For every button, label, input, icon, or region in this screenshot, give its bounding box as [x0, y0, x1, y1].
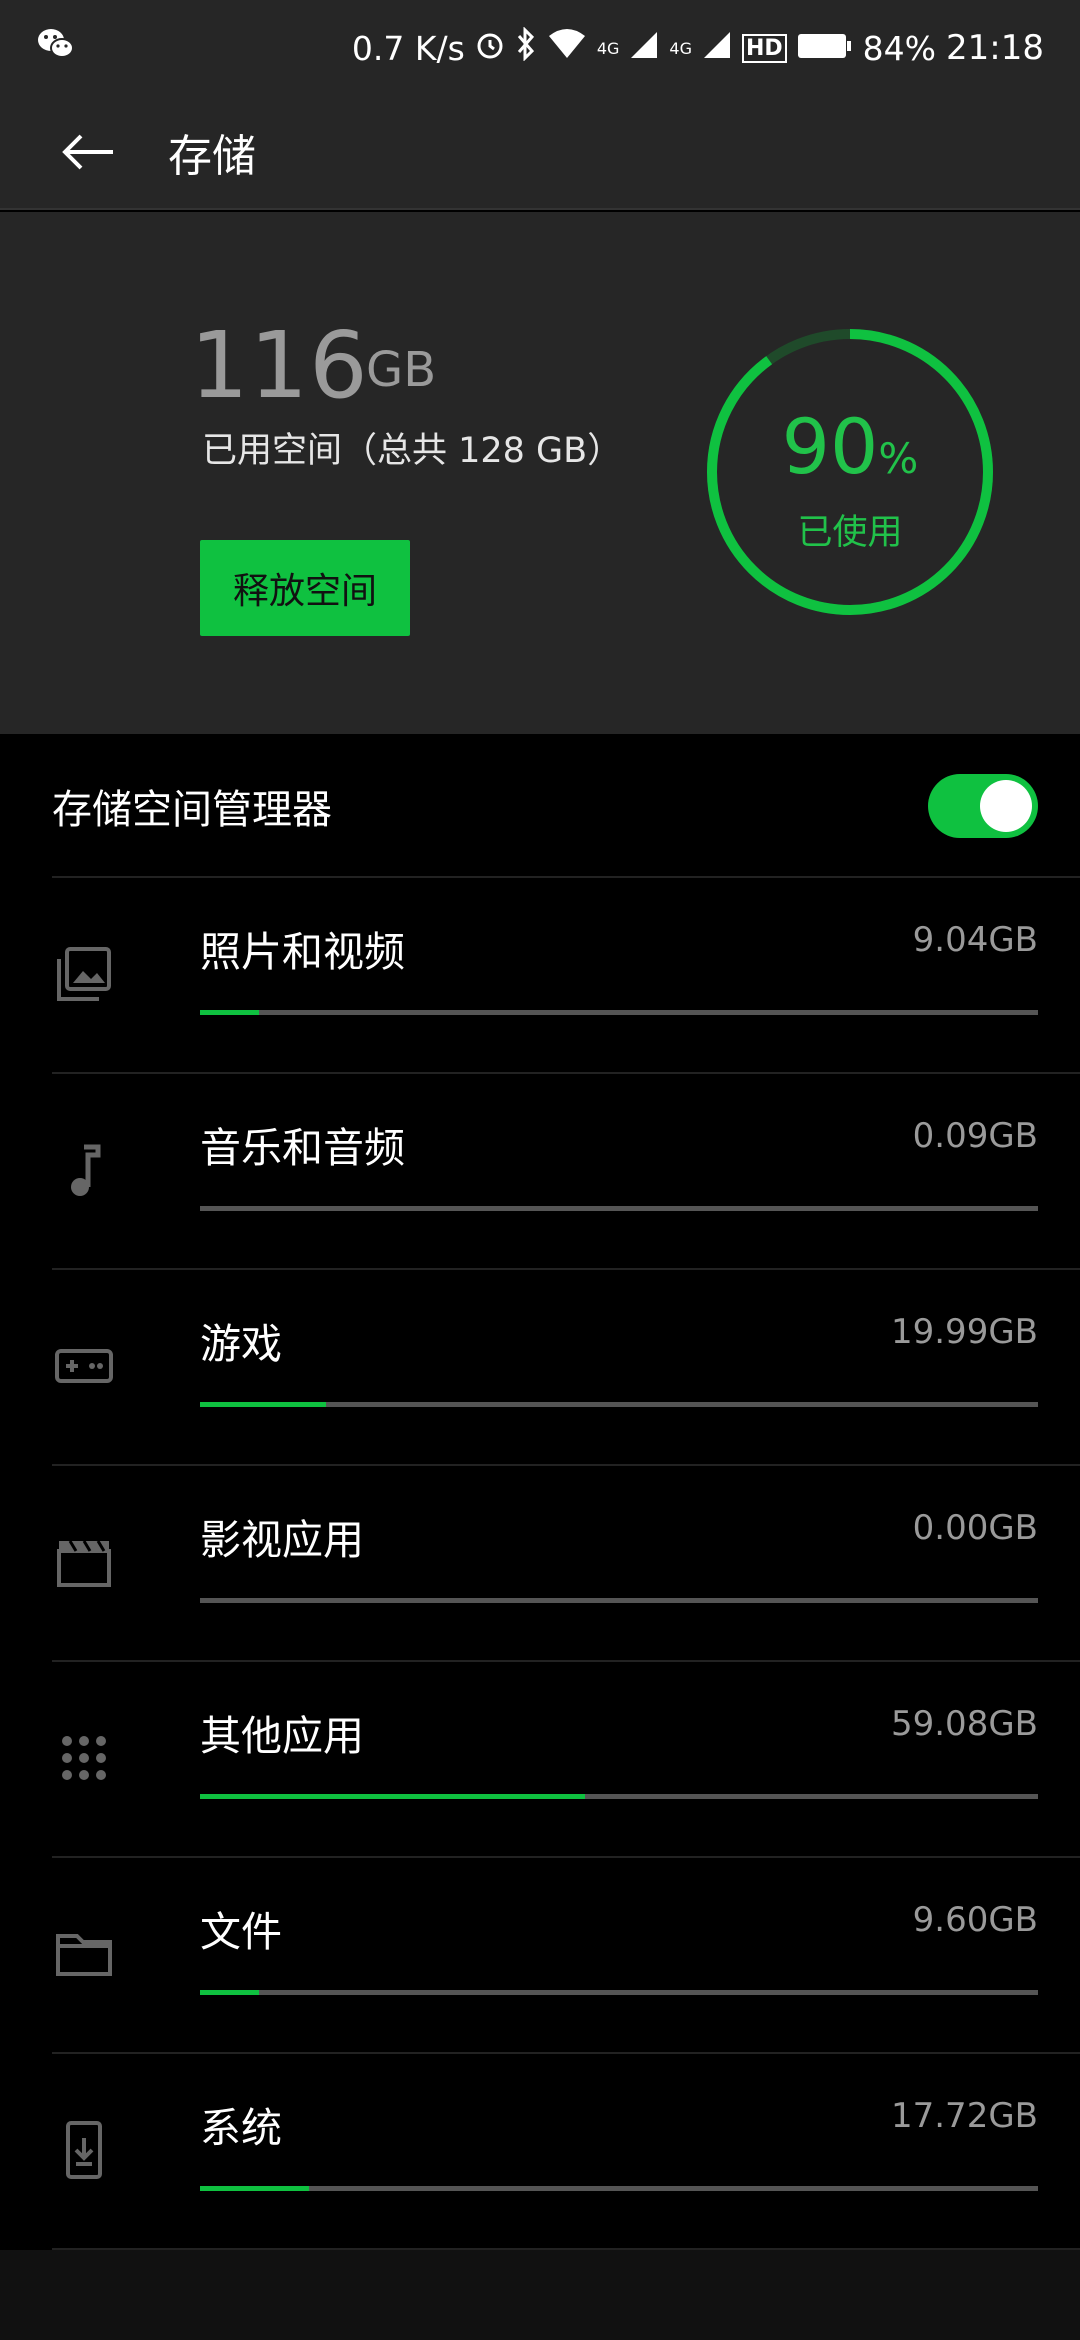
usage-percent: 90%	[700, 402, 1000, 491]
app-grid-icon	[52, 1726, 116, 1790]
category-size: 59.08GB	[890, 1704, 1038, 1744]
category-usage-fill	[200, 1990, 259, 1995]
hd-badge: HD	[741, 33, 787, 63]
category-name: 系统	[200, 2104, 282, 2152]
category-usage-bar	[200, 1794, 1038, 1799]
category-row[interactable]: 音乐和音频 0.09GB	[0, 1074, 1080, 1270]
category-name: 文件	[200, 1908, 282, 1956]
storage-summary: 116 GB 已用空间（总共 128 GB） 释放空间 90% 已使用	[0, 212, 1080, 734]
category-size: 19.99GB	[890, 1312, 1038, 1352]
usage-percent-value: 90	[781, 402, 879, 491]
storage-manager-toggle[interactable]	[928, 774, 1038, 838]
app-bar: 存储	[0, 96, 1080, 210]
free-space-button[interactable]: 释放空间	[200, 540, 410, 636]
clapperboard-icon	[52, 1530, 116, 1594]
photo-icon	[52, 942, 116, 1006]
used-description: 已用空间（总共 128 GB）	[202, 431, 623, 471]
category-size: 9.60GB	[912, 1900, 1038, 1940]
wechat-icon	[36, 27, 76, 69]
usage-ring-text: 90% 已使用	[700, 322, 1000, 622]
music-note-icon	[52, 1138, 116, 1202]
category-row[interactable]: 照片和视频 9.04GB	[0, 878, 1080, 1074]
usage-label: 已使用	[797, 513, 903, 553]
usage-percent-sign: %	[878, 434, 919, 483]
battery-percent: 84%	[862, 28, 937, 68]
storage-manager-row[interactable]: 存储空间管理器	[52, 736, 1080, 878]
category-name: 其他应用	[200, 1712, 364, 1760]
category-row[interactable]: 其他应用 59.08GB	[0, 1662, 1080, 1858]
category-usage-bar	[200, 1010, 1038, 1015]
used-value: 116	[190, 312, 369, 419]
storage-manager-label: 存储空间管理器	[52, 787, 332, 833]
toggle-knob	[980, 780, 1032, 832]
category-row[interactable]: 文件 9.60GB	[0, 1858, 1080, 2054]
category-usage-bar	[200, 1598, 1038, 1603]
wifi-icon	[547, 28, 587, 68]
used-unit: GB	[366, 342, 437, 398]
folder-icon	[52, 1922, 116, 1986]
signal-icon-2	[702, 29, 732, 68]
category-row[interactable]: 影视应用 0.00GB	[0, 1466, 1080, 1662]
category-name: 音乐和音频	[200, 1124, 405, 1172]
back-arrow-icon	[62, 134, 113, 170]
gamepad-icon	[52, 1334, 116, 1398]
alarm-icon	[475, 29, 505, 68]
category-size: 9.04GB	[912, 920, 1038, 960]
back-button[interactable]	[42, 107, 132, 197]
category-name: 影视应用	[200, 1516, 364, 1564]
system-update-icon	[52, 2118, 116, 2182]
network-speed: 0.7 K/s	[351, 28, 465, 68]
category-usage-fill	[200, 2186, 309, 2191]
clock: 21:18	[946, 28, 1044, 68]
status-bar: 0.7 K/s 4G 4G HD 84% 21:18	[0, 0, 1080, 96]
bluetooth-icon	[515, 26, 537, 69]
signal-icon	[629, 29, 659, 68]
category-usage-bar	[200, 2186, 1038, 2191]
network-type-2: 4G	[669, 38, 692, 58]
category-row[interactable]: 系统 17.72GB	[0, 2054, 1080, 2250]
category-usage-bar	[200, 1206, 1038, 1211]
bottom-area	[0, 2250, 1080, 2340]
category-size: 17.72GB	[890, 2096, 1038, 2136]
category-size: 0.00GB	[912, 1508, 1038, 1548]
category-list: 照片和视频 9.04GB 音乐和音频 0.09GB 游戏 19.99GB 影视应用 0.00G…	[0, 878, 1080, 2250]
category-row[interactable]: 游戏 19.99GB	[0, 1270, 1080, 1466]
category-name: 照片和视频	[200, 928, 405, 976]
category-usage-bar	[200, 1990, 1038, 1995]
category-usage-fill	[200, 1794, 586, 1799]
page-title: 存储	[168, 131, 256, 182]
category-size: 0.09GB	[912, 1116, 1038, 1156]
category-usage-bar	[200, 1402, 1038, 1407]
category-usage-fill	[200, 1010, 259, 1015]
battery-icon	[797, 29, 853, 68]
category-usage-fill	[200, 1402, 326, 1407]
network-type-1: 4G	[596, 38, 620, 58]
category-name: 游戏	[200, 1320, 282, 1368]
